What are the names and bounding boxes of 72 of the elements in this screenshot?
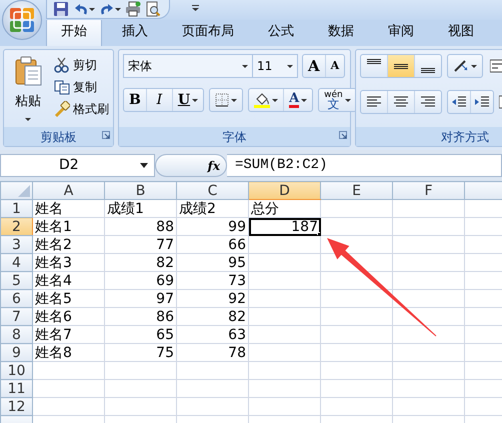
insert-function-button[interactable]: fx	[155, 154, 227, 177]
table-cell: 97	[104, 290, 176, 308]
column-header[interactable]: F	[392, 182, 464, 200]
ribbon-tab[interactable]: 公式	[254, 18, 308, 46]
table-cell: 86	[104, 308, 176, 326]
ribbon-tab[interactable]: 视图	[434, 18, 488, 46]
copy-button[interactable]: 复制	[54, 76, 109, 98]
row-header[interactable]: 3	[0, 236, 32, 254]
grow-font-button[interactable]: A	[303, 55, 326, 77]
table-cell: 95	[176, 254, 248, 272]
group-label: 剪贴板	[40, 128, 76, 146]
table-cell: 姓名	[32, 200, 104, 218]
underline-button[interactable]: U	[172, 89, 204, 111]
row-header[interactable]: 2	[0, 218, 32, 236]
group-label: 对齐方式	[441, 128, 489, 146]
column-header[interactable]: A	[32, 182, 104, 200]
table-cell: 姓名4	[32, 272, 104, 290]
table-cell: 65	[104, 326, 176, 344]
table-cell: 成绩1	[104, 200, 176, 218]
table-cell: 75	[104, 344, 176, 362]
column-header[interactable]: B	[104, 182, 176, 200]
ribbon-tab[interactable]: 页面布局	[168, 18, 248, 46]
table-cell: 姓名2	[32, 236, 104, 254]
table-cell: 69	[104, 272, 176, 290]
row-header[interactable]: 6	[0, 290, 32, 308]
shrink-font-button[interactable]: A	[326, 55, 344, 77]
column-header[interactable]: C	[176, 182, 248, 200]
table-cell: 66	[176, 236, 248, 254]
table-cell: 77	[104, 236, 176, 254]
row-header[interactable]: 4	[0, 254, 32, 272]
table-cell: 63	[176, 326, 248, 344]
table-cell: 姓名1	[32, 218, 104, 236]
format-painter-button[interactable]: 格式刷	[54, 98, 109, 120]
row-header[interactable]: 9	[0, 344, 32, 362]
font-name-field[interactable]: 宋体	[123, 54, 253, 78]
row-header[interactable]: 5	[0, 272, 32, 290]
ribbon-tab[interactable]: 数据	[314, 18, 368, 46]
row-header[interactable]: 11	[0, 380, 32, 398]
ribbon-tab[interactable]: 插入	[108, 18, 162, 46]
table-cell: 99	[176, 218, 248, 236]
italic-button[interactable]: I	[146, 89, 173, 111]
paste-button[interactable]: 粘贴	[8, 54, 48, 127]
cut-button[interactable]: 剪切	[54, 54, 109, 76]
row-header[interactable]: 8	[0, 326, 32, 344]
row-header[interactable]: 10	[0, 362, 32, 380]
row-header[interactable]: 12	[0, 398, 32, 416]
table-cell: 92	[176, 290, 248, 308]
phonetic-guide-button[interactable]: wén 文	[319, 89, 356, 111]
table-cell: 总分	[248, 200, 320, 218]
table-cell: 姓名6	[32, 308, 104, 326]
table-cell: 姓名3	[32, 254, 104, 272]
font-size-field[interactable]: 11	[252, 54, 298, 78]
table-cell: 姓名8	[32, 344, 104, 362]
active-cell[interactable]: 187	[248, 218, 320, 236]
table-cell: 82	[104, 254, 176, 272]
group-label: 字体	[222, 128, 246, 146]
column-header[interactable]: D	[248, 182, 320, 200]
table-cell: 姓名7	[32, 326, 104, 344]
formula-field[interactable]: =SUM(B2:C2)	[227, 154, 502, 177]
bold-button[interactable]: B	[124, 89, 147, 111]
ribbon-tab[interactable]: 审阅	[374, 18, 428, 46]
name-box-field[interactable]: D2	[0, 154, 155, 177]
font-color-button[interactable]: A	[284, 89, 312, 111]
row-header[interactable]: 1	[0, 200, 32, 218]
table-cell: 88	[104, 218, 176, 236]
row-header[interactable]: 7	[0, 308, 32, 326]
table-cell: 78	[176, 344, 248, 362]
column-header[interactable]: E	[320, 182, 392, 200]
table-cell: 姓名5	[32, 290, 104, 308]
table-cell: 73	[176, 272, 248, 290]
table-cell: 82	[176, 308, 248, 326]
table-cell: 成绩2	[176, 200, 248, 218]
